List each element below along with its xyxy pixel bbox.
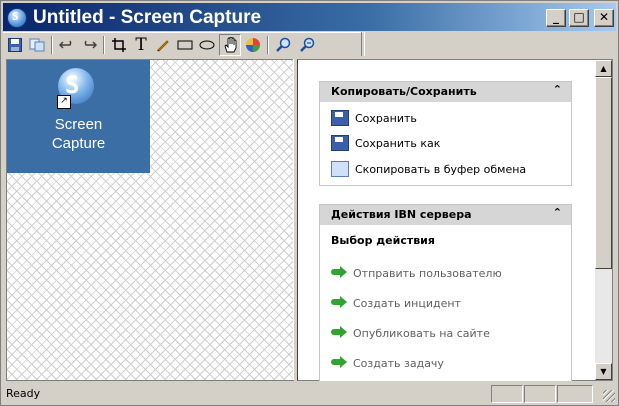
captured-image[interactable]: S ↗ Screen Capture: [7, 60, 150, 173]
toolbar-end: [361, 32, 365, 56]
save-icon: [331, 110, 349, 126]
ibn-actions-group: Действия IBN сервера ⌃ Выбор действия От…: [319, 204, 572, 381]
text-icon[interactable]: T: [131, 35, 151, 55]
green-arrow-icon: [331, 296, 347, 310]
create-incident-link[interactable]: Создать инцидент: [331, 294, 461, 312]
main-window: S Untitled - Screen Capture _ □ ✕ T S ↗ …: [0, 0, 619, 406]
app-icon[interactable]: S: [7, 8, 27, 28]
ibn-actions-title: Действия IBN сервера: [331, 208, 472, 221]
task-pane: Копировать/Сохранить ⌃ Сохранить Сохрани…: [297, 59, 613, 381]
scroll-down-button[interactable]: ▼: [595, 363, 612, 380]
copy-icon[interactable]: [27, 35, 47, 55]
ellipse-icon[interactable]: [197, 35, 217, 55]
collapse-icon[interactable]: ⌃: [553, 83, 562, 96]
action-choice-heading: Выбор действия: [331, 234, 435, 247]
send-to-user-link[interactable]: Отправить пользователю: [331, 264, 502, 282]
desktop-icon-label-line1: Screen: [54, 116, 103, 133]
copy-save-group: Копировать/Сохранить ⌃ Сохранить Сохрани…: [319, 81, 572, 186]
resize-grip[interactable]: [603, 390, 615, 402]
color-wheel-icon[interactable]: [243, 35, 263, 55]
title-bar[interactable]: S Untitled - Screen Capture _ □ ✕: [3, 3, 616, 31]
save-as-link-label: Сохранить как: [355, 136, 441, 150]
green-arrow-icon: [331, 356, 347, 370]
toolbar-separator: [51, 36, 53, 54]
status-panel: [557, 385, 593, 403]
minimize-button[interactable]: _: [546, 9, 566, 27]
status-text: Ready: [6, 387, 41, 400]
rectangle-icon[interactable]: [175, 35, 195, 55]
desktop-icon-label-line2: Capture: [51, 135, 106, 152]
publish-on-site-label: Опубликовать на сайте: [353, 326, 490, 340]
capture-canvas[interactable]: S ↗ Screen Capture: [6, 59, 294, 381]
redo-icon[interactable]: [79, 35, 99, 55]
create-incident-label: Создать инцидент: [353, 296, 461, 310]
vertical-scrollbar[interactable]: ▲ ▼: [595, 60, 612, 380]
crop-icon[interactable]: [109, 35, 129, 55]
create-task-label: Создать задачу: [353, 356, 444, 370]
save-as-link[interactable]: Сохранить как: [331, 134, 440, 152]
create-task-link[interactable]: Создать задачу: [331, 354, 444, 372]
save-link-label: Сохранить: [355, 111, 417, 125]
undo-icon[interactable]: [57, 35, 77, 55]
green-arrow-icon: [331, 266, 347, 280]
close-button[interactable]: ✕: [594, 9, 614, 27]
pen-icon[interactable]: [153, 35, 173, 55]
copy-save-header[interactable]: Копировать/Сохранить ⌃: [320, 82, 571, 102]
save-as-icon: [331, 135, 349, 151]
send-to-user-label: Отправить пользователю: [353, 266, 502, 280]
toolbar-separator: [103, 36, 105, 54]
shortcut-arrow-icon: ↗: [57, 95, 71, 109]
desktop-icon-label: Screen Capture: [7, 115, 150, 153]
publish-on-site-link[interactable]: Опубликовать на сайте: [331, 324, 490, 342]
status-bar: Ready: [3, 383, 616, 403]
clipboard-icon: [331, 161, 349, 177]
scroll-up-button[interactable]: ▲: [595, 60, 612, 77]
save-icon[interactable]: [5, 35, 25, 55]
ibn-actions-header[interactable]: Действия IBN сервера ⌃: [320, 205, 571, 225]
hand-icon[interactable]: [219, 34, 241, 56]
toolbar: T: [3, 32, 363, 57]
copy-to-clipboard-link[interactable]: Скопировать в буфер обмена: [331, 160, 526, 178]
window-title: Untitled - Screen Capture: [33, 7, 262, 28]
status-panel: [491, 385, 523, 403]
green-arrow-icon: [331, 326, 347, 340]
collapse-icon[interactable]: ⌃: [553, 206, 562, 219]
save-link[interactable]: Сохранить: [331, 109, 417, 127]
copy-to-clipboard-label: Скопировать в буфер обмена: [355, 162, 527, 176]
zoom-in-icon[interactable]: [273, 35, 293, 55]
app-icon-letter: S: [12, 10, 19, 23]
maximize-button[interactable]: □: [569, 9, 589, 27]
copy-save-title: Копировать/Сохранить: [331, 85, 477, 98]
zoom-out-icon[interactable]: [297, 35, 317, 55]
status-panel: [524, 385, 556, 403]
toolbar-separator: [267, 36, 269, 54]
scroll-thumb[interactable]: [595, 77, 612, 269]
